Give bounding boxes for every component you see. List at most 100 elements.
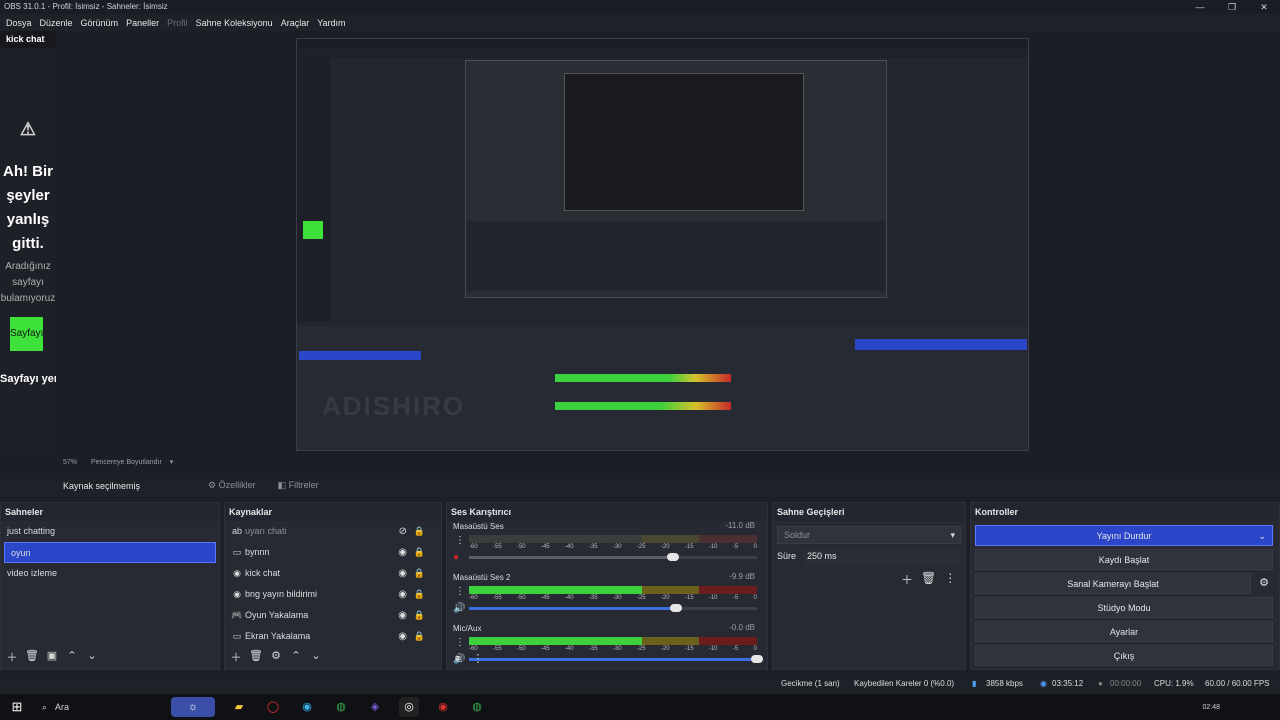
menu-profile[interactable]: Profil xyxy=(163,18,192,28)
source-name: Oyun Yakalama xyxy=(245,610,309,620)
chrome-2-icon[interactable]: ◍ xyxy=(467,697,487,717)
remove-transition-icon[interactable]: 🗑 xyxy=(921,571,936,588)
eye-icon[interactable]: ◉ xyxy=(398,542,407,563)
add-scene-icon[interactable]: ＋ xyxy=(5,649,19,665)
filters-button[interactable]: ◧ Filtreler xyxy=(278,480,319,491)
start-virtual-camera-button[interactable]: Sanal Kamerayı Başlat xyxy=(975,573,1251,594)
source-type-icon: ◉ xyxy=(233,568,241,578)
opera-icon[interactable]: ◯ xyxy=(263,697,283,717)
mixer-tick-label: -50 xyxy=(516,646,526,652)
scene-item[interactable]: just chatting xyxy=(1,521,219,542)
mixer-tick-label: -35 xyxy=(588,544,598,550)
source-item[interactable]: ab uyarı chati ⊘ 🔒 xyxy=(225,521,441,542)
start-recording-button[interactable]: Kaydı Başlat xyxy=(975,549,1273,570)
volume-slider-handle[interactable] xyxy=(670,604,683,612)
speaker-icon[interactable]: 🔊 xyxy=(453,603,465,614)
lock-icon[interactable]: 🔒 xyxy=(414,584,425,605)
menu-tools[interactable]: Araçlar xyxy=(277,18,314,28)
scene-item-selected[interactable]: oyun xyxy=(4,542,216,563)
transition-menu-icon[interactable]: ⋮ xyxy=(944,571,956,588)
virtual-camera-gear-icon[interactable]: ⚙ xyxy=(1255,573,1273,594)
mixer-tick-label: -25 xyxy=(636,646,646,652)
settings-button[interactable]: Ayarlar xyxy=(975,621,1273,642)
exit-button[interactable]: Çıkış xyxy=(975,645,1273,666)
chevron-down-icon: ⌄ xyxy=(1258,531,1266,541)
source-type-icon: 🎮 xyxy=(231,610,243,620)
eye-icon[interactable]: ◉ xyxy=(398,626,407,647)
channel-menu-icon[interactable]: ⋮ xyxy=(455,586,465,597)
menu-edit[interactable]: Düzenle xyxy=(36,18,77,28)
obs-icon[interactable]: ◎ xyxy=(399,697,419,717)
edge-icon[interactable]: ◉ xyxy=(297,697,317,717)
menu-bar: Dosya Düzenle Görünüm Paneller Profil Sa… xyxy=(0,14,1280,31)
channel-menu-icon[interactable]: ⋮ xyxy=(455,637,465,648)
eye-icon[interactable]: ◉ xyxy=(398,605,407,626)
transitions-panel: Sahne Geçişleri Soldur ▾ Süre 250 ms ＋ 🗑… xyxy=(772,502,966,670)
source-up-icon[interactable]: ⌃ xyxy=(289,649,303,665)
eye-icon[interactable]: ◉ xyxy=(398,563,407,584)
volume-slider[interactable] xyxy=(469,553,757,561)
close-button[interactable]: ✕ xyxy=(1248,0,1280,14)
source-item[interactable]: ◉ kick chat ◉ 🔒 xyxy=(225,563,441,584)
lock-icon[interactable]: 🔒 xyxy=(414,542,425,563)
speaker-icon[interactable]: ● xyxy=(453,552,459,563)
source-item[interactable]: ◉ bng yayın bildirimi ◉ 🔒 xyxy=(225,584,441,605)
menu-file[interactable]: Dosya xyxy=(2,18,36,28)
chrome-icon[interactable]: ◍ xyxy=(331,697,351,717)
eye-icon[interactable]: ⊘ xyxy=(399,521,407,542)
mixer-tick-label: -35 xyxy=(588,646,598,652)
error-sub-1: Aradığınız xyxy=(5,261,51,272)
menu-view[interactable]: Görünüm xyxy=(77,18,123,28)
studio-mode-button[interactable]: Stüdyo Modu xyxy=(975,597,1273,618)
error-line-3: yanlış xyxy=(6,211,50,228)
mixer-tick-label: -50 xyxy=(516,544,526,550)
menu-docks[interactable]: Paneller xyxy=(122,18,163,28)
lock-icon[interactable]: 🔒 xyxy=(414,626,425,647)
discord-icon[interactable]: ◈ xyxy=(365,697,385,717)
taskbar-search[interactable]: ⌕ Ara xyxy=(34,694,164,720)
eye-icon[interactable]: ◉ xyxy=(398,584,407,605)
bitrate-status: 3858 kbps xyxy=(986,679,1023,688)
source-item[interactable]: ▭ bynnn ◉ 🔒 xyxy=(225,542,441,563)
widget-icon[interactable]: ☼ xyxy=(171,697,215,717)
windows-start-icon[interactable]: ⊞ xyxy=(7,697,27,717)
source-down-icon[interactable]: ⌄ xyxy=(309,649,323,665)
source-item[interactable]: ▭ Ekran Yakalama ◉ 🔒 xyxy=(225,626,441,647)
stop-streaming-button[interactable]: Yayını Durdur ⌄ xyxy=(975,525,1273,546)
duration-input[interactable]: 250 ms xyxy=(803,548,961,565)
volume-slider-handle[interactable] xyxy=(751,655,763,663)
lock-icon[interactable]: 🔒 xyxy=(414,521,425,542)
scene-item[interactable]: video izleme xyxy=(1,563,219,584)
channel-menu-icon[interactable]: ⋮ xyxy=(455,535,465,546)
scene-filter-icon[interactable]: ▣ xyxy=(45,649,59,665)
zoom-dropdown-icon[interactable]: ▾ xyxy=(170,459,174,466)
recorder-icon[interactable]: ◉ xyxy=(433,697,453,717)
mixer-link-icon[interactable]: ⚭ xyxy=(451,652,465,665)
taskbar: ⊞ ⌕ Ara ☼ ▰ ◯ ◉ ◍ ◈ ◎ ◉ ◍ 02:48 xyxy=(0,694,1280,720)
lock-icon[interactable]: 🔒 xyxy=(414,563,425,584)
transition-select[interactable]: Soldur ▾ xyxy=(777,526,961,544)
lock-icon[interactable]: 🔒 xyxy=(414,605,425,626)
properties-button[interactable]: ⚙ Özellikler xyxy=(208,480,256,491)
remove-source-icon[interactable]: 🗑 xyxy=(249,649,263,665)
remove-scene-icon[interactable]: 🗑 xyxy=(25,649,39,665)
add-source-icon[interactable]: ＋ xyxy=(229,649,243,665)
zoom-mode[interactable]: Pencereye Boyutlandır xyxy=(91,459,162,466)
move-down-icon[interactable]: ⌄ xyxy=(85,649,99,665)
menu-scene-collection[interactable]: Sahne Koleksiyonu xyxy=(192,18,277,28)
volume-slider-handle[interactable] xyxy=(667,553,680,561)
volume-slider[interactable] xyxy=(469,604,757,612)
add-transition-icon[interactable]: ＋ xyxy=(901,571,913,588)
volume-slider[interactable] xyxy=(469,655,763,663)
maximize-button[interactable]: ❐ xyxy=(1216,0,1248,14)
error-sub-3: bulamıyoruz xyxy=(0,293,56,304)
minimize-button[interactable]: — xyxy=(1184,0,1216,14)
file-explorer-icon[interactable]: ▰ xyxy=(229,697,249,717)
reload-page-button[interactable]: Sayfayı xyxy=(10,317,43,351)
move-up-icon[interactable]: ⌃ xyxy=(65,649,79,665)
menu-help[interactable]: Yardım xyxy=(313,18,349,28)
browser-dock-title: kick chat xyxy=(0,31,56,48)
source-settings-icon[interactable]: ⚙ xyxy=(269,649,283,665)
mixer-menu-icon[interactable]: ⋮ xyxy=(471,652,485,665)
source-item[interactable]: 🎮 Oyun Yakalama ◉ 🔒 xyxy=(225,605,441,626)
